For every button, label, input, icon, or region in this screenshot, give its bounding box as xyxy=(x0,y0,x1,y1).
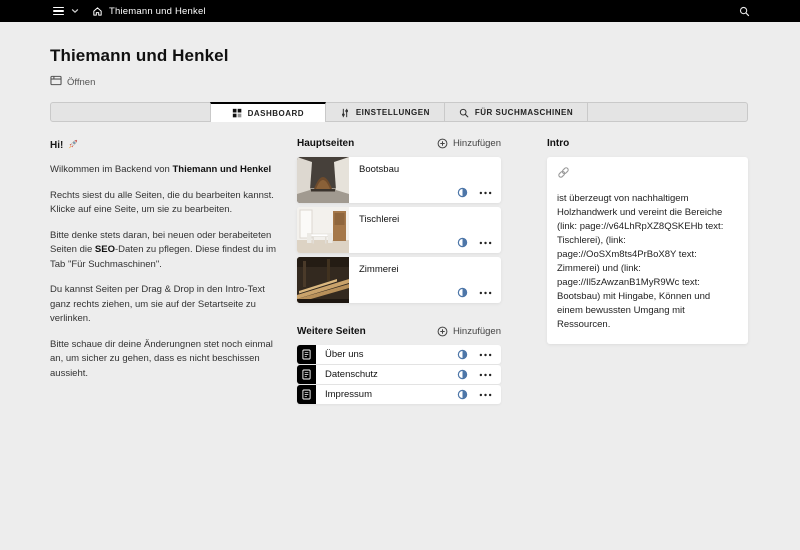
page-row-impressum[interactable]: Impressum xyxy=(297,385,501,404)
welcome-paragraph-2: Rechts siest du alle Seiten, die du bear… xyxy=(50,189,274,216)
seo-search-icon xyxy=(459,108,469,117)
status-unlisted-icon[interactable] xyxy=(457,287,468,298)
weitere-seiten-add-button[interactable]: Hinzufügen xyxy=(437,326,501,337)
page-card-title: Zimmerei xyxy=(359,264,399,275)
options-dots-icon[interactable] xyxy=(479,241,492,245)
page-card-title: Tischlerei xyxy=(359,214,400,225)
welcome-paragraph-1: Wilkommen im Backend von Thiemann und He… xyxy=(50,164,272,175)
rocket-emoji xyxy=(67,138,79,153)
intro-title: Intro xyxy=(547,138,570,149)
chevron-down-icon[interactable] xyxy=(71,8,79,14)
add-icon xyxy=(437,138,448,149)
page-row-title: Impressum xyxy=(325,389,372,400)
page-row-title: Über uns xyxy=(325,349,364,360)
status-unlisted-icon[interactable] xyxy=(457,369,468,380)
topbar: Thiemann und Henkel xyxy=(0,0,800,22)
pages-column: Hauptseiten Hinzufügen Bootsbau Tischler… xyxy=(297,138,501,405)
options-dots-icon[interactable] xyxy=(479,291,492,295)
options-dots-icon[interactable] xyxy=(479,393,492,397)
link-icon xyxy=(557,166,738,184)
options-dots-icon[interactable] xyxy=(479,353,492,357)
tab-bar: Dashboard Einstellungen Für Suchmaschine… xyxy=(50,102,748,122)
hauptseiten-add-button[interactable]: Hinzufügen xyxy=(437,138,501,149)
sliders-icon xyxy=(341,108,348,117)
status-unlisted-icon[interactable] xyxy=(457,349,468,360)
status-unlisted-icon[interactable] xyxy=(457,187,468,198)
intro-text-field[interactable]: ist überzeugt von nachhaltigem Holzhandw… xyxy=(547,157,748,344)
options-dots-icon[interactable] xyxy=(479,191,492,195)
dashboard-icon xyxy=(232,108,241,118)
tab-dashboard-label: Dashboard xyxy=(247,108,305,118)
tab-einstellungen-label: Einstellungen xyxy=(355,108,430,117)
tab-fuer-suchmaschinen-label: Für Suchmaschinen xyxy=(474,108,574,117)
open-label: Öffnen xyxy=(67,76,96,88)
page-row-title: Datenschutz xyxy=(325,369,378,380)
home-icon[interactable] xyxy=(92,6,103,17)
greeting-text: Hi! xyxy=(50,140,64,151)
page-icon xyxy=(297,385,316,404)
welcome-paragraph-4: Du kannst Seiten per Drag & Drop in den … xyxy=(50,284,265,324)
welcome-paragraph-3: Bitte denke stets daran, bei neuen oder … xyxy=(50,229,277,270)
menu-icon[interactable] xyxy=(53,6,64,16)
zimmerei-thumbnail xyxy=(297,257,349,303)
topbar-site-title[interactable]: Thiemann und Henkel xyxy=(109,6,206,17)
status-unlisted-icon[interactable] xyxy=(457,389,468,400)
page-row-ueber-uns[interactable]: Über uns xyxy=(297,345,501,364)
page-icon xyxy=(297,345,316,364)
status-unlisted-icon[interactable] xyxy=(457,237,468,248)
bootsbau-thumbnail xyxy=(297,157,349,203)
page-icon xyxy=(297,365,316,384)
tischlerei-thumbnail xyxy=(297,207,349,253)
page-title: Thiemann und Henkel xyxy=(50,46,229,65)
page-card-bootsbau[interactable]: Bootsbau xyxy=(297,157,501,203)
welcome-column: Hi! Wilkommen im Backend von Thiemann un… xyxy=(50,138,280,392)
intro-text: ist überzeugt von nachhaltigem Holzhandw… xyxy=(557,193,724,330)
options-dots-icon[interactable] xyxy=(479,373,492,377)
search-icon[interactable] xyxy=(739,6,750,17)
weitere-seiten-section: Weitere Seiten Hinzufügen Über uns Daten… xyxy=(297,326,501,404)
tab-einstellungen[interactable]: Einstellungen xyxy=(325,102,445,122)
tab-fuer-suchmaschinen[interactable]: Für Suchmaschinen xyxy=(444,102,589,122)
page-row-datenschutz[interactable]: Datenschutz xyxy=(297,365,501,384)
open-window-icon xyxy=(50,75,62,89)
weitere-seiten-title: Weitere Seiten xyxy=(297,326,366,337)
open-button[interactable]: Öffnen xyxy=(50,75,95,89)
add-icon xyxy=(437,326,448,337)
page-card-title: Bootsbau xyxy=(359,164,400,175)
page-card-tischlerei[interactable]: Tischlerei xyxy=(297,207,501,253)
welcome-paragraph-5: Bitte schaue dir deine Änderungnen stet … xyxy=(50,338,273,379)
hauptseiten-title: Hauptseiten xyxy=(297,138,355,149)
intro-column: Intro ist überzeugt von nachhaltigem Hol… xyxy=(547,138,748,344)
page-card-zimmerei[interactable]: Zimmerei xyxy=(297,257,501,303)
tab-dashboard[interactable]: Dashboard xyxy=(209,102,326,122)
